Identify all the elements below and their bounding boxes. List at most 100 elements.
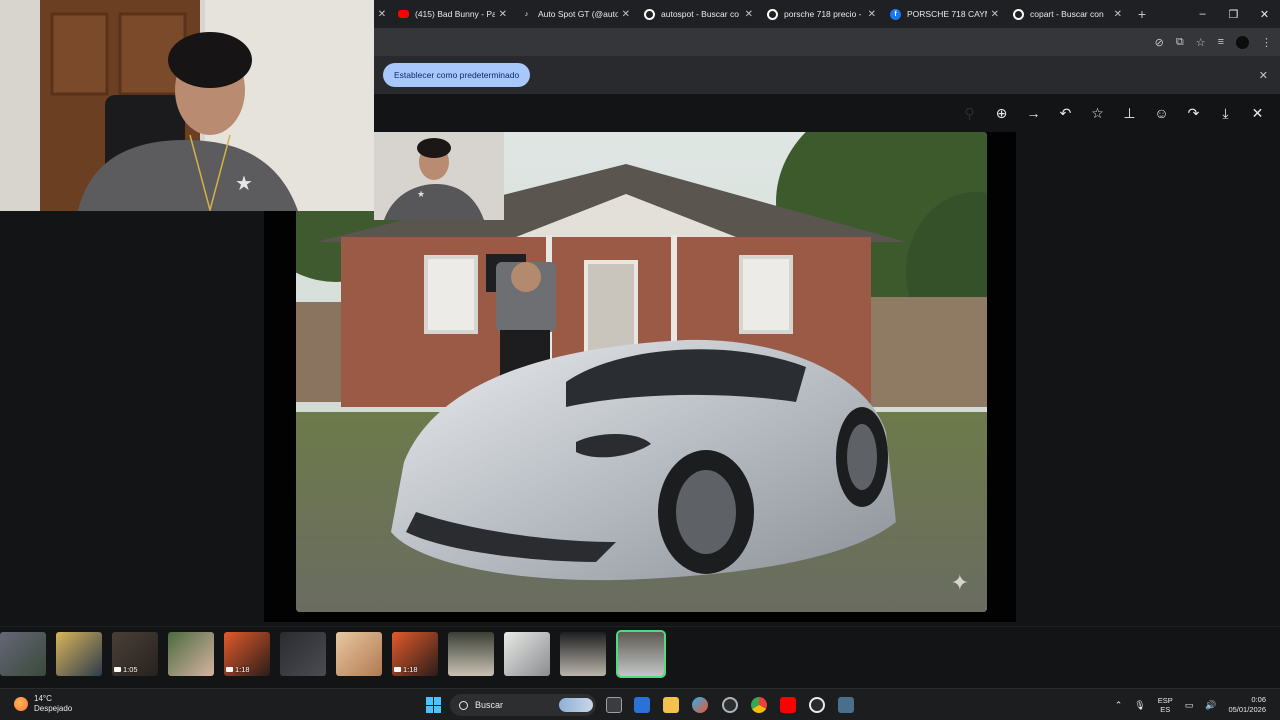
thumbnail[interactable] bbox=[504, 632, 550, 676]
facebook-icon: f bbox=[890, 8, 901, 20]
tab-porsche-facebook[interactable]: f PORSCHE 718 CAYM ✕ bbox=[882, 0, 1005, 28]
webcam-preview: ★ bbox=[374, 132, 504, 220]
thumbnail[interactable] bbox=[280, 632, 326, 676]
tab-label: PORSCHE 718 CAYM bbox=[907, 9, 987, 19]
youtube-app-icon[interactable] bbox=[780, 697, 796, 713]
store-icon[interactable] bbox=[634, 697, 650, 713]
weather-sun-icon bbox=[14, 697, 28, 711]
browser-toolbar: ⊘ ⧉ ☆ ≡ ⋮ bbox=[374, 28, 1280, 56]
zoom-out-icon[interactable]: ⚲ bbox=[961, 102, 978, 124]
weather-condition: Despejado bbox=[34, 704, 73, 713]
calculator-icon[interactable] bbox=[838, 697, 854, 713]
lang-secondary: ES bbox=[1160, 705, 1171, 714]
tab-autospot-search[interactable]: autospot - Buscar co ✕ bbox=[636, 0, 759, 28]
close-tab-icon[interactable]: ✕ bbox=[868, 9, 876, 20]
new-tab-button[interactable]: + bbox=[1128, 6, 1156, 22]
close-infobar-icon[interactable]: ✕ bbox=[1259, 69, 1268, 82]
tab-label: Auto Spot GT (@auto bbox=[538, 9, 618, 19]
download-icon[interactable]: ⤓ bbox=[1217, 102, 1234, 124]
thumbnail[interactable] bbox=[0, 632, 46, 676]
viewer-left-margin bbox=[0, 211, 264, 626]
close-tab-icon[interactable]: ✕ bbox=[622, 9, 630, 20]
bookmark-star-icon[interactable]: ☆ bbox=[1196, 36, 1206, 49]
close-tab-icon[interactable]: ✕ bbox=[745, 9, 753, 20]
google-icon bbox=[644, 8, 655, 20]
forward-icon[interactable]: ↷ bbox=[1185, 102, 1202, 124]
pin-icon[interactable]: ⊥ bbox=[1121, 102, 1138, 124]
clock[interactable]: 0:06 05/01/2026 bbox=[1228, 695, 1266, 715]
video-duration: 1:05 bbox=[114, 665, 138, 674]
thumbnail[interactable]: 1:18 bbox=[392, 632, 438, 676]
weather-text: 14°C Despejado bbox=[34, 694, 72, 714]
video-camera-icon bbox=[114, 667, 121, 672]
tab-strip: ✕ (415) Bad Bunny - Pa ✕ ♪ Auto Spot GT … bbox=[374, 0, 1280, 28]
thumbnail[interactable]: 1:18 bbox=[224, 632, 270, 676]
menu-icon[interactable]: ⋮ bbox=[1261, 36, 1272, 49]
thumbnail[interactable]: 1:05 bbox=[112, 632, 158, 676]
restore-button[interactable]: ❐ bbox=[1218, 8, 1249, 21]
chevron-up-icon[interactable]: ⌃ bbox=[1115, 700, 1123, 711]
close-tab-icon[interactable]: ✕ bbox=[499, 9, 507, 20]
settings-icon[interactable] bbox=[722, 697, 738, 713]
lang-primary: ESP bbox=[1157, 696, 1173, 705]
chrome-icon[interactable] bbox=[751, 697, 767, 713]
reply-icon[interactable]: ↶ bbox=[1057, 102, 1074, 124]
zoom-in-icon[interactable]: ⊕ bbox=[993, 102, 1010, 124]
thumbnail[interactable] bbox=[560, 632, 606, 676]
tab-label: porsche 718 precio - bbox=[784, 9, 862, 19]
profile-avatar[interactable] bbox=[1236, 35, 1249, 49]
close-icon[interactable]: ✕ bbox=[374, 9, 390, 20]
search-highlight-icon bbox=[559, 698, 593, 712]
tab-copart[interactable]: copart - Buscar con ✕ bbox=[1005, 0, 1128, 28]
network-icon[interactable]: ▭ bbox=[1185, 700, 1194, 711]
system-tray: ⌃ 🎙 ESP ES ▭ 🔊 0:06 05/01/2026 bbox=[1115, 689, 1280, 720]
youtube-icon bbox=[398, 10, 409, 18]
media-icon[interactable]: ≡ bbox=[1218, 36, 1224, 48]
svg-text:★: ★ bbox=[417, 190, 425, 200]
thumbnail[interactable] bbox=[336, 632, 382, 676]
windows-start-icon[interactable] bbox=[426, 697, 442, 713]
microphone-icon[interactable]: 🎙 bbox=[1134, 700, 1145, 711]
task-view-icon[interactable] bbox=[606, 697, 622, 713]
filmstrip: 1:05 1:18 1:18 bbox=[0, 626, 1280, 688]
close-tab-icon[interactable]: ✕ bbox=[1114, 9, 1122, 20]
video-camera-icon bbox=[226, 667, 233, 672]
tab-porsche-precio[interactable]: porsche 718 precio - ✕ bbox=[759, 0, 882, 28]
tab-auto-spot[interactable]: ♪ Auto Spot GT (@auto ✕ bbox=[513, 0, 636, 28]
tab-bad-bunny[interactable]: (415) Bad Bunny - Pa ✕ bbox=[390, 0, 513, 28]
volume-icon[interactable]: 🔊 bbox=[1205, 700, 1216, 711]
close-tab-icon[interactable]: ✕ bbox=[991, 9, 999, 20]
copilot-icon[interactable] bbox=[692, 697, 708, 713]
thumbnail-selected[interactable] bbox=[616, 630, 666, 678]
duration-text: 1:18 bbox=[403, 665, 418, 674]
taskbar-search[interactable]: Buscar bbox=[450, 694, 596, 716]
media-player-icon[interactable] bbox=[809, 697, 825, 713]
window-controls: – ❐ ✕ bbox=[1187, 8, 1280, 21]
eye-off-icon[interactable]: ⊘ bbox=[1155, 36, 1164, 49]
svg-text:★: ★ bbox=[235, 171, 253, 195]
webcam-overlay: ★ bbox=[0, 0, 374, 211]
language-indicator[interactable]: ESP ES bbox=[1158, 696, 1173, 714]
next-arrow-icon[interactable]: → bbox=[1025, 102, 1042, 124]
install-icon[interactable]: ⧉ bbox=[1176, 36, 1184, 49]
set-default-button[interactable]: Establecer como predeterminado bbox=[383, 63, 531, 87]
search-icon bbox=[459, 700, 468, 710]
minimize-button[interactable]: – bbox=[1187, 8, 1218, 21]
emoji-icon[interactable]: ☺ bbox=[1153, 102, 1170, 124]
viewer-toolbar: ⚲ ⊕ → ↶ ☆ ⊥ ☺ ↷ ⤓ ✕ bbox=[961, 102, 1266, 124]
screen: ✕ (415) Bad Bunny - Pa ✕ ♪ Auto Spot GT … bbox=[0, 0, 1280, 720]
thumbnail[interactable] bbox=[168, 632, 214, 676]
search-placeholder: Buscar bbox=[475, 700, 504, 710]
star-icon[interactable]: ☆ bbox=[1089, 102, 1106, 124]
close-icon[interactable]: ✕ bbox=[1249, 102, 1266, 124]
google-icon bbox=[767, 8, 778, 20]
video-camera-icon bbox=[394, 667, 401, 672]
taskbar: 14°C Despejado Buscar ⌃ 🎙 ESP ES ▭ 🔊 0:0… bbox=[0, 688, 1280, 720]
tab-label: copart - Buscar con bbox=[1030, 9, 1104, 19]
file-explorer-icon[interactable] bbox=[663, 697, 679, 713]
thumbnail[interactable] bbox=[448, 632, 494, 676]
thumbnail[interactable] bbox=[56, 632, 102, 676]
close-window-button[interactable]: ✕ bbox=[1249, 8, 1280, 21]
duration-text: 1:05 bbox=[123, 665, 138, 674]
weather-widget[interactable]: 14°C Despejado bbox=[14, 694, 72, 714]
